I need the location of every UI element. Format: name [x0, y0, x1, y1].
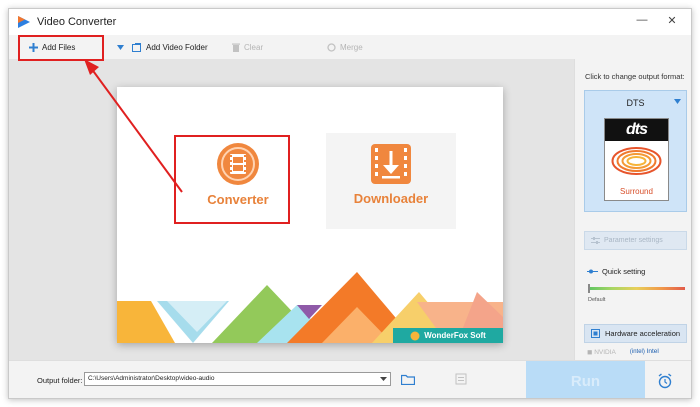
dts-surround-text: Surround: [620, 187, 653, 196]
output-format-panel: Click to change output format: DTS dts S…: [574, 59, 691, 360]
app-window: Video Converter — ✕ Add Files Add Video …: [8, 8, 692, 399]
download-icon: [371, 144, 411, 184]
downloader-tile[interactable]: Downloader: [326, 133, 456, 229]
hardware-acceleration-button[interactable]: Hardware acceleration: [584, 324, 687, 343]
merge-icon: [327, 42, 336, 52]
merge-label: Merge: [340, 42, 363, 52]
settings-sliders-icon: [591, 237, 600, 244]
downloader-label: Downloader: [353, 191, 429, 206]
format-name: DTS: [626, 98, 645, 108]
drop-area: Converter Downloader WonderFox Soft: [9, 59, 574, 360]
nvidia-option[interactable]: ◼ NVIDIA: [587, 348, 616, 356]
add-video-folder-button[interactable]: Add Video Folder: [132, 38, 208, 56]
open-folder-icon[interactable]: [455, 373, 467, 385]
add-files-button[interactable]: Add Files: [29, 38, 75, 56]
converter-tile[interactable]: Converter: [173, 133, 303, 229]
dts-logo-text: dts: [605, 119, 668, 141]
caret-down-icon[interactable]: [380, 373, 387, 385]
merge-button[interactable]: Merge: [327, 38, 363, 56]
clear-button[interactable]: Clear: [232, 38, 263, 56]
dts-logo: dts Surround: [604, 118, 669, 201]
gpu-options: ◼ NVIDIA (intel) Intel: [587, 348, 659, 356]
alarm-clock-icon[interactable]: [657, 373, 673, 389]
output-format-hint: Click to change output format:: [585, 72, 685, 81]
toolbar: Add Files Add Video Folder Clear Merge: [9, 35, 691, 59]
slider-handle[interactable]: [588, 284, 590, 293]
bottom-bar: Output folder: C:\Users\Administrator\De…: [9, 360, 691, 398]
brand-name: WonderFox Soft: [424, 331, 486, 340]
close-button[interactable]: ✕: [664, 14, 680, 27]
intel-logo-icon: (intel): [629, 349, 647, 355]
nvidia-label: NVIDIA: [594, 349, 616, 356]
folder-add-icon: [132, 42, 141, 52]
wonderfox-logo-icon: [410, 331, 420, 340]
quick-setting-icon: [587, 269, 598, 274]
output-folder-field[interactable]: C:\Users\Administrator\Desktop\video-aud…: [84, 372, 391, 386]
clear-label: Clear: [244, 42, 264, 52]
quick-setting-label: Quick setting: [602, 267, 646, 276]
intel-label: Intel: [646, 348, 659, 355]
caret-down-icon: [117, 44, 124, 50]
add-files-dropdown[interactable]: [117, 38, 124, 56]
trash-icon: [232, 43, 240, 52]
add-files-label: Add Files: [42, 42, 76, 52]
window-title: Video Converter: [37, 16, 117, 28]
brand-banner: WonderFox Soft: [393, 328, 503, 343]
parameter-settings-label: Parameter settings: [604, 237, 663, 244]
quality-slider[interactable]: [588, 284, 685, 293]
parameter-settings-button[interactable]: Parameter settings: [584, 231, 687, 250]
app-logo-icon: [18, 16, 30, 28]
dts-rings-icon: [611, 147, 662, 175]
caret-down-icon: [674, 99, 681, 104]
output-folder-label: Output folder:: [37, 376, 83, 385]
plus-icon: [29, 42, 38, 52]
intel-option[interactable]: (intel) Intel: [630, 348, 659, 356]
browse-folder-icon[interactable]: [401, 374, 415, 385]
add-video-folder-label: Add Video Folder: [146, 42, 208, 52]
minimize-button[interactable]: —: [634, 14, 650, 26]
title-bar: Video Converter — ✕: [9, 9, 691, 35]
quick-setting: Quick setting: [587, 267, 645, 276]
output-folder-path: C:\Users\Administrator\Desktop\video-aud…: [88, 375, 215, 382]
output-format-selector[interactable]: DTS dts Surround: [584, 90, 687, 212]
welcome-card: Converter Downloader WonderFox Soft: [117, 87, 503, 343]
converter-label: Converter: [207, 192, 269, 207]
slider-default-label: Default: [588, 297, 606, 303]
chip-icon: [591, 329, 600, 338]
hardware-acceleration-label: Hardware acceleration: [605, 329, 681, 338]
run-button[interactable]: Run: [526, 361, 645, 398]
film-strip-icon: [217, 143, 259, 185]
run-label: Run: [570, 372, 601, 390]
